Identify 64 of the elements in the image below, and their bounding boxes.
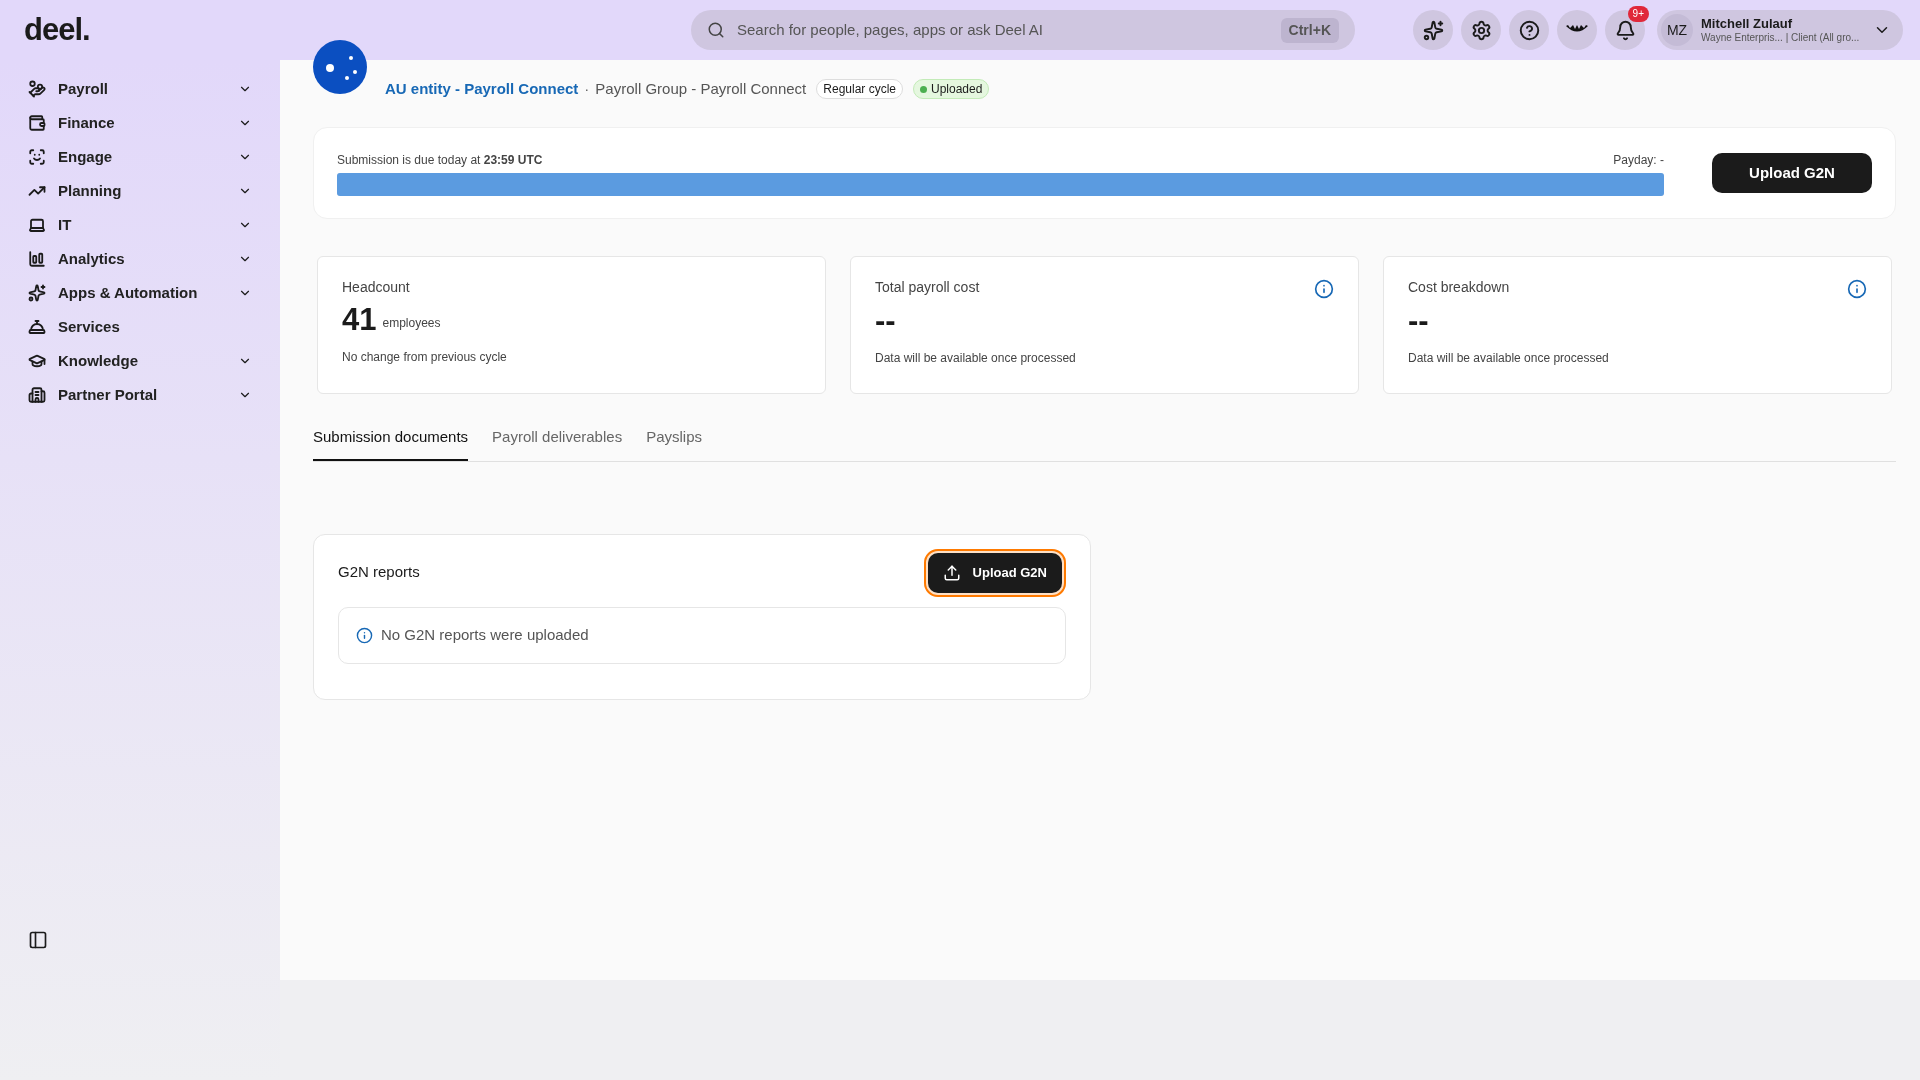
tab[interactable]: Submission documents	[313, 426, 469, 461]
info-icon[interactable]	[1314, 279, 1334, 299]
sidebar-item[interactable]: IT	[0, 208, 280, 242]
shortcut-hint: Ctrl+K	[1280, 17, 1339, 43]
sidebar-item[interactable]: Payroll	[0, 72, 280, 106]
search-bar[interactable]: Search for people, pages, apps or ask Deel AI Ctrl+K	[691, 10, 1355, 50]
sidebar-item[interactable]: Analytics	[0, 242, 280, 276]
info-icon[interactable]	[1847, 279, 1867, 299]
stat-note: Data will be available once processed	[1408, 350, 1610, 367]
sidebar-item[interactable]: Partner Portal	[0, 378, 280, 412]
search-field[interactable]: Search for people, pages, apps or ask Deel AI	[737, 18, 1269, 42]
entity-link[interactable]: AU entity - Payroll Connect	[385, 77, 579, 101]
tab[interactable]: Payroll deliverables	[492, 426, 623, 461]
g2n-title: G2N reports	[338, 562, 420, 583]
laptop-icon	[28, 216, 46, 234]
graduation-cap-icon	[28, 352, 46, 370]
stat-note: No change from previous cycle	[342, 349, 508, 366]
info-icon	[356, 626, 373, 644]
sidebar-toggle-icon[interactable]	[28, 930, 48, 950]
bar-chart-icon	[28, 250, 46, 268]
stat-value: --	[1408, 303, 1429, 339]
service-bell-icon	[28, 318, 46, 336]
ai-button[interactable]	[1413, 10, 1453, 50]
bell-icon	[1614, 19, 1636, 41]
user-menu[interactable]: MZ Mitchell Zulauf Wayne Enterpris... | Client (All gro...	[1657, 10, 1903, 50]
settings-icon	[1470, 19, 1492, 41]
sparkle-icon	[28, 284, 46, 302]
sidebar-item[interactable]: Services	[0, 310, 280, 344]
help-icon	[1518, 19, 1540, 41]
search-icon	[707, 21, 725, 39]
status-tag: Uploaded	[913, 79, 990, 99]
sidebar-item[interactable]: Knowledge	[0, 344, 280, 378]
stat-title: Cost breakdown	[1408, 278, 1510, 297]
stat-note: Data will be available once processed	[875, 350, 1077, 367]
due-text: Submission is due today at 23:59 UTC	[337, 151, 543, 169]
cycle-tag: Regular cycle	[816, 79, 903, 99]
person-icon	[28, 148, 46, 166]
user-avatar: MZ	[1661, 14, 1693, 46]
sparkle-icon	[1422, 19, 1444, 41]
user-subtitle: Wayne Enterpris... | Client (All gro...	[1701, 31, 1861, 44]
settings-button[interactable]	[1461, 10, 1501, 50]
stat-value: --	[875, 303, 896, 339]
hide-button[interactable]	[1557, 10, 1597, 50]
wallet-icon	[28, 114, 46, 132]
user-name: Mitchell Zulauf	[1701, 16, 1793, 31]
tab[interactable]: Payslips	[646, 426, 702, 461]
building-icon	[28, 386, 46, 404]
payroll-group: Payroll Group - Payroll Connect	[595, 77, 807, 101]
sidebar-item[interactable]: Finance	[0, 106, 280, 140]
upload-icon	[942, 563, 961, 582]
upload-button[interactable]: Upload G2N	[1712, 153, 1872, 193]
stat-title: Total payroll cost	[875, 278, 980, 297]
payday-text: Payday: -	[1613, 151, 1664, 169]
sidebar-item[interactable]: Engage	[0, 140, 280, 174]
empty-message: No G2N reports were uploaded	[381, 624, 589, 645]
help-button[interactable]	[1509, 10, 1549, 50]
coins-icon	[28, 80, 46, 98]
stat-title: Headcount	[342, 278, 410, 297]
deel-logo[interactable]: deel.	[24, 11, 90, 47]
stat-value: 41	[342, 302, 377, 338]
sidebar-item[interactable]: Apps & Automation	[0, 276, 280, 310]
sidebar-item[interactable]: Planning	[0, 174, 280, 208]
stat-unit: employees	[382, 315, 441, 332]
separator: ·	[584, 78, 590, 99]
